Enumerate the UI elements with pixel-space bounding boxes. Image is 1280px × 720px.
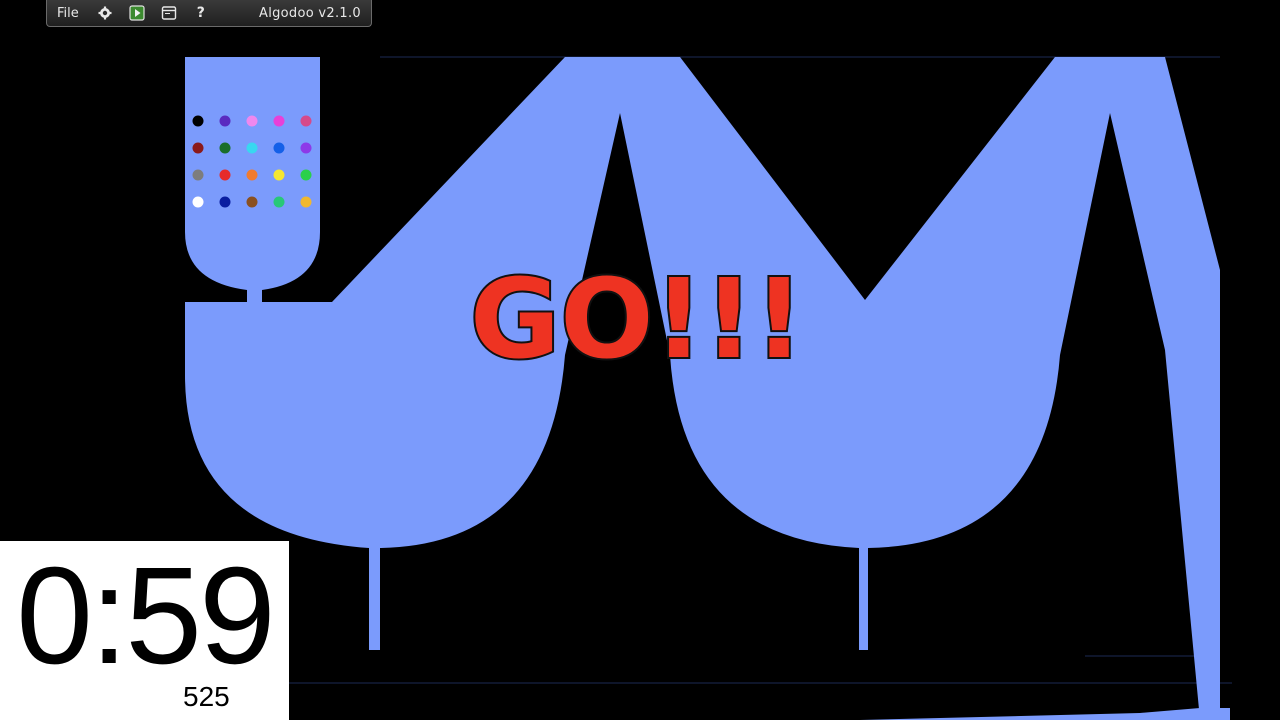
marble[interactable] xyxy=(273,169,285,181)
marble[interactable] xyxy=(219,169,231,181)
marble[interactable] xyxy=(246,196,258,208)
bottom-floor[interactable] xyxy=(860,708,1230,720)
marble[interactable] xyxy=(219,115,231,127)
marble[interactable] xyxy=(300,115,312,127)
play-icon[interactable] xyxy=(129,5,145,21)
marble[interactable] xyxy=(273,196,285,208)
window-icon[interactable] xyxy=(161,5,177,21)
marble[interactable] xyxy=(300,169,312,181)
gear-icon[interactable] xyxy=(97,5,113,21)
funnel-track[interactable] xyxy=(185,57,1220,720)
marble[interactable] xyxy=(273,142,285,154)
marble[interactable] xyxy=(300,142,312,154)
marble[interactable] xyxy=(300,196,312,208)
marble[interactable] xyxy=(246,169,258,181)
top-toolbar: File ? Algodoo v2.1.0 xyxy=(46,0,372,27)
marble[interactable] xyxy=(219,142,231,154)
marble[interactable] xyxy=(219,196,231,208)
marble[interactable] xyxy=(192,196,204,208)
marble[interactable] xyxy=(273,115,285,127)
file-menu[interactable]: File xyxy=(47,6,89,21)
go-overlay-text: GO!!! xyxy=(470,255,804,383)
help-icon[interactable]: ? xyxy=(193,5,209,21)
simulation-canvas[interactable]: GO!!! File ? Algodoo v2.1.0 0:59 525 xyxy=(0,0,1280,720)
marble[interactable] xyxy=(246,115,258,127)
marble[interactable] xyxy=(246,142,258,154)
timer-panel: 0:59 xyxy=(0,541,289,720)
marble-counter: 525 xyxy=(183,681,230,712)
marble[interactable] xyxy=(192,169,204,181)
marble[interactable] xyxy=(192,142,204,154)
marble[interactable] xyxy=(192,115,204,127)
version-label: Algodoo v2.1.0 xyxy=(259,5,361,21)
countdown-timer: 0:59 xyxy=(16,539,276,693)
